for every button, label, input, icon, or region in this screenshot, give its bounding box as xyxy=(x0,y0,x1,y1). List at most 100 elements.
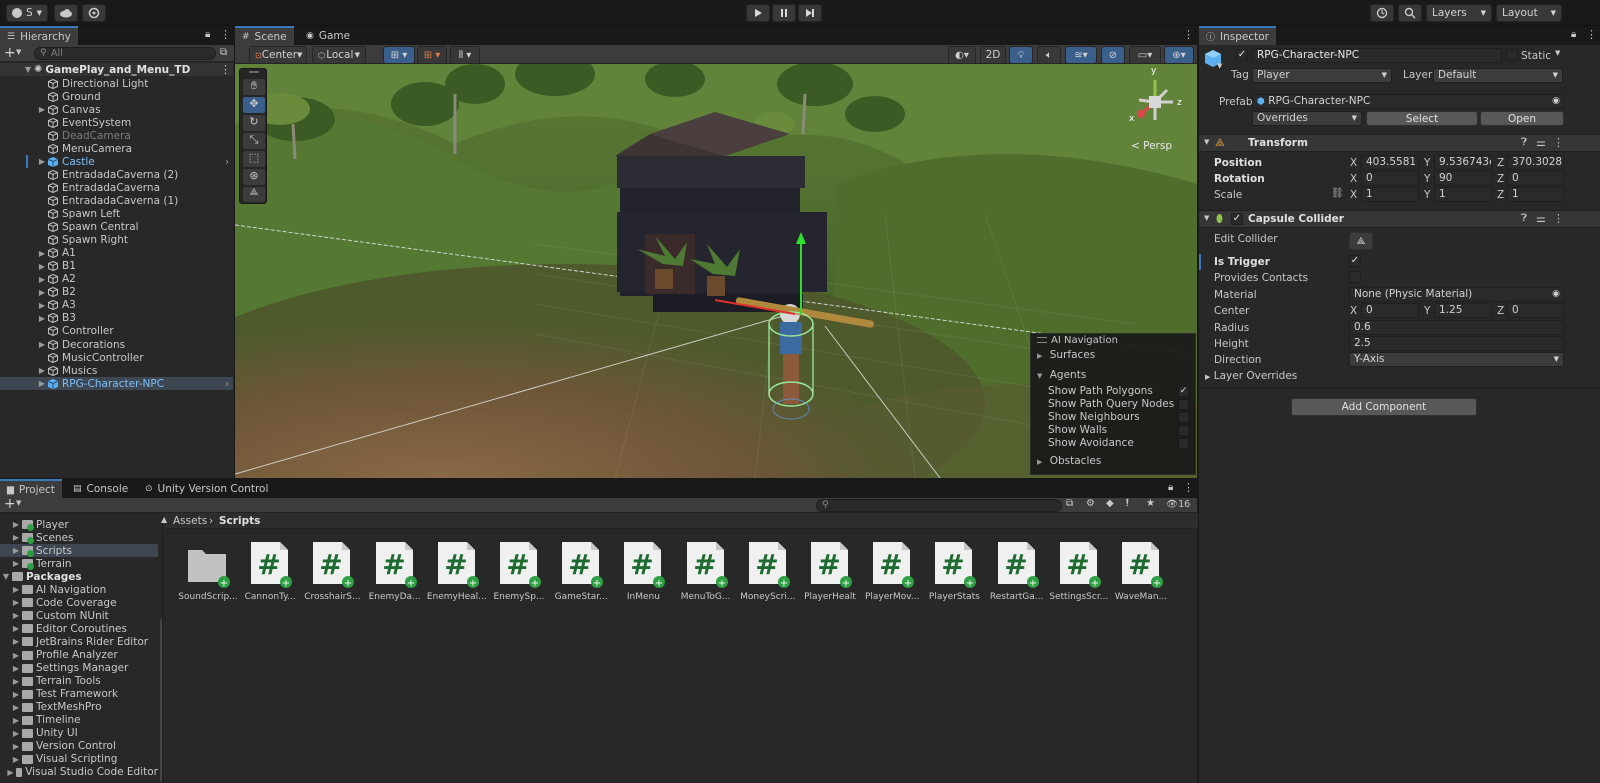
projection-toggle[interactable]: < Persp xyxy=(1131,140,1172,152)
project-tree-item[interactable]: ▶ TextMeshPro xyxy=(0,701,158,714)
kebab-menu-icon[interactable]: ⋮ xyxy=(1553,212,1564,225)
chevron-right-icon[interactable]: ▶ xyxy=(38,340,46,349)
project-tree-item[interactable]: ▶ JetBrains Rider Editor xyxy=(0,635,158,648)
agent-option-checkbox[interactable]: ✓ xyxy=(1178,386,1189,397)
grid-snap-button[interactable]: ⊞ ▾ xyxy=(383,46,415,64)
hierarchy-item[interactable]: ▶ B3 xyxy=(0,312,233,325)
agent-option-checkbox[interactable] xyxy=(1178,438,1189,449)
edit-collider-button[interactable]: ⟁ xyxy=(1349,232,1373,250)
position-x-field[interactable]: 403.5581 xyxy=(1361,155,1419,170)
chevron-right-icon[interactable]: ▶ xyxy=(38,366,46,375)
error-icon[interactable]: ❗︎ xyxy=(1126,498,1129,509)
script-asset[interactable]: # + MenuToG... xyxy=(676,540,736,606)
transform-header[interactable]: ▼ ⟁ Transform ❓︎ ⚌ ⋮ xyxy=(1199,134,1600,152)
lock-icon[interactable]: 🔒︎ xyxy=(205,29,210,40)
kebab-menu-icon[interactable]: ⋮ xyxy=(220,63,231,76)
tab-hierarchy[interactable]: ☰ Hierarchy xyxy=(0,26,78,45)
project-tree-item[interactable]: ▶ Code Coverage xyxy=(0,596,158,609)
lock-icon[interactable]: 🔒︎ xyxy=(1571,29,1576,40)
position-y-field[interactable]: 9.536743e xyxy=(1434,155,1492,170)
agent-option-checkbox[interactable] xyxy=(1178,399,1189,410)
project-tree-item[interactable]: ▶ Scenes xyxy=(0,531,158,545)
add-icon[interactable]: + xyxy=(4,496,16,512)
project-tree-item[interactable]: ▶ Unity UI xyxy=(0,727,158,740)
rotation-y-field[interactable]: 90 xyxy=(1434,171,1492,186)
chevron-right-icon[interactable]: ▶ xyxy=(12,637,20,646)
chevron-right-icon[interactable]: ▶ xyxy=(12,742,20,751)
search-options-icon[interactable]: ⧉ xyxy=(220,47,227,58)
chevron-right-icon[interactable]: ▶ xyxy=(38,301,46,310)
hierarchy-item[interactable]: Ground xyxy=(0,90,233,103)
hidden-count[interactable]: 👁︎16 xyxy=(1166,499,1190,510)
kebab-menu-icon[interactable]: ⋮ xyxy=(1183,28,1194,41)
script-asset[interactable]: # + EnemyHeal... xyxy=(427,540,487,606)
rotation-x-field[interactable]: 0 xyxy=(1361,171,1419,186)
hierarchy-item[interactable]: ▶ B2 xyxy=(0,286,233,299)
hierarchy-item[interactable]: MenuCamera xyxy=(0,142,233,155)
script-asset[interactable]: # + RestartGa... xyxy=(987,540,1047,606)
chevron-down-icon[interactable]: ▼ xyxy=(24,65,32,74)
layout-dropdown[interactable]: Layout ▼ xyxy=(1496,4,1562,22)
center-z-field[interactable]: 0 xyxy=(1507,303,1564,318)
project-search-input[interactable]: ⚲ xyxy=(816,499,1062,512)
open-prefab-chevron-icon[interactable]: › xyxy=(225,156,229,168)
overrides-dropdown[interactable]: Overrides ▼ xyxy=(1252,111,1362,126)
tab-inspector[interactable]: ⓘ Inspector xyxy=(1199,26,1276,45)
toggle-2d-button[interactable]: 2D xyxy=(980,46,1006,64)
folder-asset[interactable]: + SoundScrip... xyxy=(178,540,238,606)
space-dropdown[interactable]: ⬡ Local ▼ xyxy=(312,46,366,64)
audio-button[interactable]: 🔈︎ xyxy=(1037,46,1061,64)
scale-z-field[interactable]: 1 xyxy=(1507,187,1564,202)
help-icon[interactable]: ❓︎ xyxy=(1521,213,1527,224)
chevron-right-icon[interactable]: ▶ xyxy=(38,249,46,258)
select-button[interactable]: Select xyxy=(1366,111,1478,126)
collab-button[interactable] xyxy=(82,4,106,22)
tab-version-control[interactable]: ⊙ Unity Version Control xyxy=(138,479,275,498)
label-icon[interactable]: ◆ xyxy=(1106,498,1114,509)
provides-contacts-checkbox[interactable] xyxy=(1349,271,1361,283)
hierarchy-item[interactable]: Directional Light xyxy=(0,77,233,90)
hierarchy-item[interactable]: EntradadaCaverna xyxy=(0,181,233,194)
hierarchy-item[interactable]: ▶ A1 xyxy=(0,247,233,260)
project-tree-item[interactable]: ▶ Terrain xyxy=(0,557,158,571)
layer-overrides-foldout[interactable]: ▶ Layer Overrides xyxy=(1205,370,1297,382)
layers-dropdown[interactable]: Layers ▼ xyxy=(1426,4,1492,22)
chevron-right-icon[interactable]: ▶ xyxy=(12,611,20,620)
agents-section[interactable]: ▼ Agents xyxy=(1037,369,1086,381)
draw-mode-button[interactable]: ◐▾ xyxy=(948,46,976,64)
hierarchy-item[interactable]: Spawn Right xyxy=(0,234,233,247)
agent-option-checkbox[interactable] xyxy=(1178,425,1189,436)
chevron-right-icon[interactable]: ▶ xyxy=(12,559,20,568)
agent-option-checkbox[interactable] xyxy=(1178,412,1189,423)
add-component-button[interactable]: Add Component xyxy=(1291,398,1477,416)
project-tree-item[interactable]: ▶ Terrain Tools xyxy=(0,675,158,688)
chevron-right-icon[interactable]: ▶ xyxy=(12,546,20,555)
hierarchy-item[interactable]: EventSystem xyxy=(0,116,233,129)
chevron-down-icon[interactable]: ▼ xyxy=(16,499,21,507)
center-x-field[interactable]: 0 xyxy=(1361,303,1419,318)
chevron-right-icon[interactable]: ▶ xyxy=(12,624,20,633)
script-asset[interactable]: # + CrosshairS... xyxy=(302,540,362,606)
custom-tool-button[interactable]: ⟁ xyxy=(243,187,265,202)
is-trigger-checkbox[interactable]: ✓ xyxy=(1349,255,1361,267)
script-asset[interactable]: # + MoneyScri... xyxy=(738,540,798,606)
hierarchy-item[interactable]: EntradadaCaverna (1) xyxy=(0,194,233,207)
surfaces-section[interactable]: ▶ Surfaces xyxy=(1037,349,1095,361)
link-icon[interactable]: ⛓︎ xyxy=(1331,188,1344,199)
script-asset[interactable]: # + EnemySp... xyxy=(489,540,549,606)
project-tree-item[interactable]: ▶ Profile Analyzer xyxy=(0,649,158,662)
collider-enabled-checkbox[interactable]: ✓ xyxy=(1231,213,1243,225)
scale-y-field[interactable]: 1 xyxy=(1434,187,1492,202)
chevron-right-icon[interactable]: ▶ xyxy=(38,275,46,284)
project-tree-item[interactable]: ▶ AI Navigation xyxy=(0,583,158,596)
hierarchy-item[interactable]: MusicController xyxy=(0,351,233,364)
add-icon[interactable]: + xyxy=(4,45,16,61)
scale-x-field[interactable]: 1 xyxy=(1361,187,1419,202)
radius-field[interactable]: 0.6 xyxy=(1349,320,1564,335)
hierarchy-search-input[interactable]: ⚲ All xyxy=(34,47,216,60)
project-tree-item[interactable]: ▶ Visual Scripting xyxy=(0,753,158,766)
chevron-down-icon[interactable]: ▼ xyxy=(16,48,21,56)
account-dropdown[interactable]: S ▼ xyxy=(6,4,48,22)
tab-scene[interactable]: # Scene xyxy=(235,26,294,45)
prefab-field[interactable]: ⬢ RPG-Character-NPC ◉ xyxy=(1252,94,1564,109)
